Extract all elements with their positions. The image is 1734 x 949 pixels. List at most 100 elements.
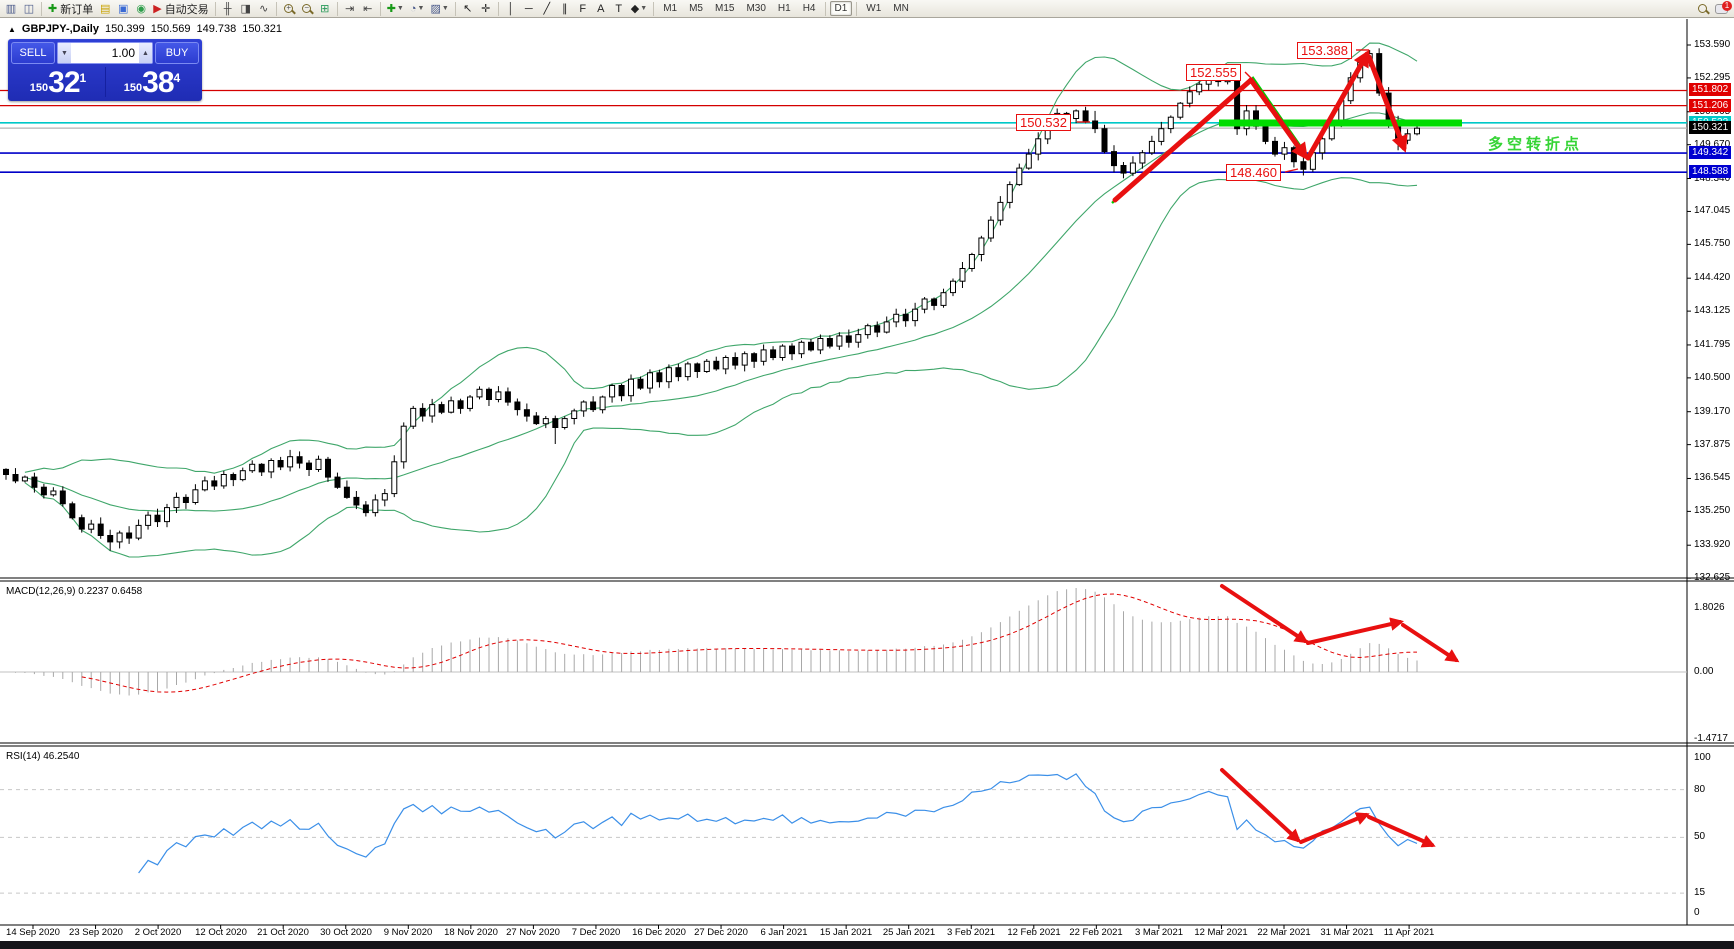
lot-decrease-button[interactable]: ▼ [58,43,71,63]
data-window-button[interactable]: ◫ [20,1,38,17]
lot-size-value[interactable]: 1.00 [71,43,139,63]
indicators-icon: ✚ [387,1,396,17]
timeframe-button-m1[interactable]: M1 [658,1,682,16]
bar-chart-button[interactable]: ╫ [219,1,237,17]
notification-badge: 1 [1722,1,1732,11]
rsi-line[interactable] [139,774,1417,873]
trendline-button[interactable]: ╱ [538,1,556,17]
crosshair-button[interactable]: ✛ [477,1,495,17]
templates-button[interactable]: ▨▼ [427,1,451,17]
data-window-icon: ◫ [24,1,34,17]
autotrading-button[interactable]: ▶自动交易 [150,1,211,17]
green-trend-zigzag[interactable] [1112,78,1310,203]
shapes-button[interactable]: ◆▼ [628,1,650,17]
notifications-icon[interactable]: 1 [1715,4,1728,14]
chart-shift-icon: ⇤ [363,1,372,17]
price-annotation-box[interactable]: 153.388 [1297,42,1352,59]
buy-button[interactable]: BUY [155,42,199,64]
line-chart-button[interactable]: ∿ [255,1,273,17]
date-axis-label: 3 Mar 2021 [1135,927,1183,938]
chart-shift-button[interactable]: ⇤ [359,1,377,17]
timeframe-button-h4[interactable]: H4 [798,1,821,16]
buy-price-prefix: 150 [124,82,142,94]
date-axis-label: 27 Dec 2020 [694,927,748,938]
timeframe-button-m30[interactable]: M30 [741,1,770,16]
timeframe-button-mn[interactable]: MN [888,1,914,16]
price-axis-badge: 151.206 [1689,99,1731,112]
dropdown-arrow-icon[interactable]: ▼ [442,5,449,12]
macd-red-arrows[interactable] [1222,586,1456,660]
label-button[interactable]: T [610,1,628,17]
rsi-label: RSI(14) 46.2540 [6,751,79,762]
autotrading-label: 自动交易 [165,1,209,17]
cursor-button[interactable]: ↖ [459,1,477,17]
chart-area[interactable]: ▲ GBPJPY-,Daily 150.399 150.569 149.738 … [0,19,1734,949]
macd-scale-min: -1.4717 [1694,733,1728,744]
tile-windows-button[interactable]: ⊞ [316,1,334,17]
price-annotation-box[interactable]: 152.555 [1186,64,1241,81]
window-bottom-strip [0,941,1734,949]
macd-histogram[interactable] [6,588,1417,696]
date-axis-label: 18 Nov 2020 [444,927,498,938]
auto-scroll-button[interactable]: ⇥ [341,1,359,17]
terminal-button[interactable]: ▣ [114,1,132,17]
chart-canvas[interactable] [0,19,1734,949]
new-order-label: 新订单 [60,1,93,17]
date-axis-label: 14 Sep 2020 [6,927,60,938]
price-axis-tick: 141.795 [1694,339,1730,350]
rsi-scale-label: 15 [1694,887,1705,898]
tile-windows-icon: ⊞ [320,1,329,17]
fibonacci-button[interactable]: F [574,1,592,17]
search-icon[interactable] [1698,4,1707,13]
dropdown-arrow-icon[interactable]: ▼ [640,5,647,12]
collapse-panel-toggle-icon[interactable]: ▲ [8,25,16,34]
buy-price[interactable]: 150384 [105,65,199,99]
periods-button[interactable]: ◔▼ [407,1,428,17]
price-axis-tick: 140.500 [1694,372,1730,383]
cursor-icon: ↖ [463,1,472,17]
price-axis-tick: 133.920 [1694,539,1730,550]
indicators-button[interactable]: ✚▼ [384,1,407,17]
dropdown-arrow-icon[interactable]: ▼ [397,5,404,12]
zoom-in-button[interactable]: + [280,1,298,17]
macd-signal-line[interactable] [82,594,1417,692]
timeframe-button-m5[interactable]: M5 [684,1,708,16]
toolbar-separator [215,2,216,16]
zoom-out-button[interactable]: − [298,1,316,17]
vline-button[interactable]: │ [502,1,520,17]
chart-title: ▲ GBPJPY-,Daily 150.399 150.569 149.738 … [8,23,282,35]
new-order-button[interactable]: ✚新订单 [45,1,96,17]
text-button[interactable]: A [592,1,610,17]
candlestick-chart-icon: ◨ [240,1,250,17]
candlestick-series[interactable] [4,48,1420,551]
date-axis-label: 30 Oct 2020 [320,927,372,938]
horizontal-price-lines[interactable] [0,90,1687,172]
rsi-scale-label: 50 [1694,831,1705,842]
hline-button[interactable]: ─ [520,1,538,17]
timeframe-button-m15[interactable]: M15 [710,1,739,16]
price-annotation-box[interactable]: 150.532 [1016,114,1071,131]
price-axis-badge: 149.342 [1689,146,1731,159]
price-axis-badge: 148.588 [1689,165,1731,178]
sell-button[interactable]: SELL [11,42,55,64]
chart-window-button[interactable]: ▥ [2,1,20,17]
price-annotation-box[interactable]: 148.460 [1226,164,1281,181]
price-axis-tick: 152.295 [1694,72,1730,83]
macd-scale-zero: 0.00 [1694,666,1713,677]
candlestick-chart-button[interactable]: ◨ [237,1,255,17]
lot-increase-button[interactable]: ▲ [139,43,152,63]
signals-button[interactable]: ◉ [132,1,150,17]
auto-scroll-icon: ⇥ [345,1,354,17]
sell-price[interactable]: 150321 [11,65,105,99]
crosshair-icon: ✛ [481,1,490,17]
channel-button[interactable]: ∥ [556,1,574,17]
depth-of-market-button[interactable]: ▤ [96,1,114,17]
timeframe-button-d1[interactable]: D1 [830,1,853,16]
timeframe-button-w1[interactable]: W1 [861,1,886,16]
toolbar-separator [653,2,654,16]
timeframe-button-h1[interactable]: H1 [773,1,796,16]
price-axis-tick: 136.545 [1694,472,1730,483]
rsi-red-arrows[interactable] [1222,770,1432,845]
dropdown-arrow-icon[interactable]: ▼ [418,5,425,12]
support-zone-bar[interactable] [1219,120,1462,127]
